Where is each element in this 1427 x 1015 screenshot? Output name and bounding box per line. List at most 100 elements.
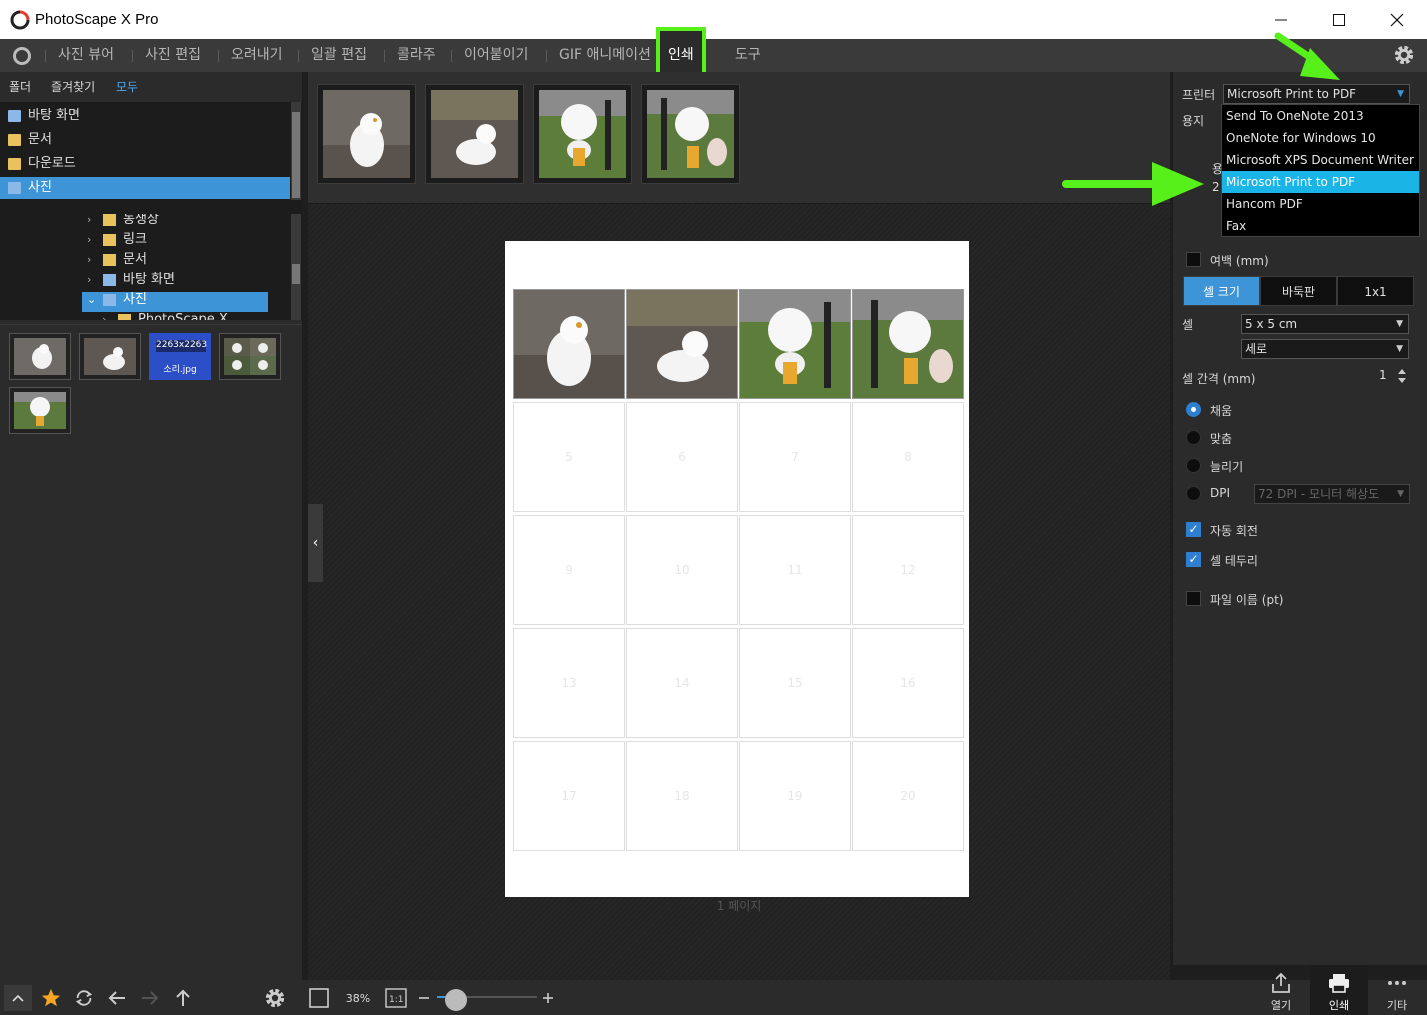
cell-size-select[interactable]: 5 x 5 cm ▼ (1241, 314, 1409, 334)
collapse-left-panel-button[interactable]: ‹ (308, 504, 323, 582)
zoom-in-button[interactable] (538, 985, 558, 1011)
fit-page-button[interactable] (306, 985, 332, 1011)
close-button[interactable] (1368, 0, 1426, 39)
strip-photo-2[interactable] (425, 84, 524, 184)
fill-radio[interactable] (1186, 402, 1201, 417)
open-button[interactable]: 열기 (1252, 965, 1310, 1015)
print-cell-empty[interactable]: 18 (626, 741, 738, 851)
fav-item-downloads[interactable]: 다운로드 (0, 153, 290, 175)
print-photo-strip (308, 72, 1170, 204)
zoom-slider[interactable] (437, 989, 537, 1011)
print-cell-empty[interactable]: 20 (852, 741, 964, 851)
thumbnail-item[interactable] (219, 333, 281, 380)
print-cell-empty[interactable]: 5 (513, 402, 625, 512)
menu-cut-out[interactable]: 오려내기 (231, 39, 283, 72)
folder-icon (118, 314, 131, 320)
print-button[interactable]: 인쇄 (1310, 965, 1368, 1015)
print-cell-1[interactable] (513, 289, 625, 399)
print-cell-empty[interactable]: 14 (626, 628, 738, 738)
print-cell-2[interactable] (626, 289, 738, 399)
stretch-radio[interactable] (1186, 458, 1201, 473)
margin-checkbox[interactable] (1186, 252, 1201, 267)
cell-border-checkbox[interactable]: ✓ (1186, 552, 1201, 567)
settings-gear-icon[interactable] (1393, 44, 1415, 66)
dpi-select[interactable]: 72 DPI - 모니터 해상도 ▼ (1254, 484, 1410, 504)
fill-label: 채움 (1210, 404, 1233, 418)
print-cell-empty[interactable]: 15 (739, 628, 851, 738)
printer-option-xps-writer[interactable]: Microsoft XPS Document Writer (1222, 149, 1419, 171)
menu-photo-viewer[interactable]: 사진 뷰어 (58, 39, 114, 72)
thumbnail-item-selected[interactable]: 2263x2263 소리.jpg (149, 333, 211, 380)
orientation-select[interactable]: 세로 ▼ (1241, 339, 1409, 359)
print-cell-empty[interactable]: 17 (513, 741, 625, 851)
zoom-level[interactable]: 38% (336, 989, 380, 1009)
printer-option-print-to-pdf[interactable]: Microsoft Print to PDF (1222, 171, 1419, 193)
back-button[interactable] (104, 985, 130, 1011)
thumbnail-item[interactable] (9, 387, 71, 434)
thumbnail-item[interactable] (9, 333, 71, 380)
auto-rotate-checkbox[interactable]: ✓ (1186, 522, 1201, 537)
browser-settings-button[interactable] (262, 985, 288, 1011)
menu-tools[interactable]: 도구 (735, 39, 761, 72)
printer-option-fax[interactable]: Fax (1222, 215, 1419, 237)
print-cell-4[interactable] (852, 289, 964, 399)
fit-radio[interactable] (1186, 430, 1201, 445)
maximize-icon (1333, 13, 1345, 26)
downloads-folder-icon (8, 158, 21, 170)
annotation-arrow-icon (1062, 162, 1204, 206)
favorite-button[interactable] (38, 985, 64, 1011)
fav-item-documents[interactable]: 문서 (0, 129, 290, 151)
print-cell-empty[interactable]: 10 (626, 515, 738, 625)
menu-combine[interactable]: 이어붙이기 (464, 39, 528, 72)
refresh-button[interactable] (71, 985, 97, 1011)
filename-checkbox[interactable] (1186, 591, 1201, 606)
forward-button[interactable] (137, 985, 163, 1011)
print-cell-empty[interactable]: 19 (739, 741, 851, 851)
desktop-folder-icon (8, 110, 21, 122)
strip-photo-4[interactable] (641, 84, 740, 184)
thumbnail-grid: 2263x2263 소리.jpg (0, 324, 302, 980)
fav-item-desktop[interactable]: 바탕 화면 (0, 105, 290, 127)
favorites-scrollbar[interactable] (291, 102, 301, 200)
photoscape-home-icon[interactable] (10, 45, 34, 67)
thumbnail-item[interactable] (79, 333, 141, 380)
refresh-icon (75, 990, 93, 1006)
print-cell-empty[interactable]: 6 (626, 402, 738, 512)
menu-gif-animation[interactable]: GIF 애니메이션 (559, 39, 651, 72)
fav-item-pictures[interactable]: 사진 (0, 177, 290, 199)
print-cell-empty[interactable]: 8 (852, 402, 964, 512)
print-cell-empty[interactable]: 12 (852, 515, 964, 625)
up-folder-button[interactable] (170, 985, 196, 1011)
print-cell-empty[interactable]: 7 (739, 402, 851, 512)
seg-cell-size[interactable]: 셀 크기 (1183, 276, 1260, 306)
printer-select[interactable]: Microsoft Print to PDF ▼ (1223, 84, 1410, 104)
print-cell-empty[interactable]: 9 (513, 515, 625, 625)
print-cell-empty[interactable]: 13 (513, 628, 625, 738)
print-cell-empty[interactable]: 16 (852, 628, 964, 738)
strip-photo-1[interactable] (317, 84, 416, 184)
strip-photo-3[interactable] (533, 84, 632, 184)
menu-collage[interactable]: 콜라주 (397, 39, 436, 72)
printer-option-hancom-pdf[interactable]: Hancom PDF (1222, 193, 1419, 215)
folder-icon (103, 274, 116, 286)
menu-photo-editor[interactable]: 사진 편집 (145, 39, 201, 72)
tab-folders[interactable]: 폴더 (9, 78, 31, 95)
tab-all[interactable]: 모두 (116, 78, 138, 95)
dpi-radio[interactable] (1186, 486, 1201, 501)
cell-gap-value[interactable]: 1 (1379, 368, 1387, 388)
menu-batch[interactable]: 일괄 편집 (311, 39, 367, 72)
expand-up-button[interactable] (4, 985, 32, 1011)
zoom-out-button[interactable] (414, 985, 434, 1011)
tree-scrollbar[interactable] (291, 214, 301, 320)
printer-option-onenote-win10[interactable]: OneNote for Windows 10 (1222, 127, 1419, 149)
print-cell-3[interactable] (739, 289, 851, 399)
print-cell-empty[interactable]: 11 (739, 515, 851, 625)
app-logo-icon (10, 10, 30, 30)
seg-1x1[interactable]: 1x1 (1337, 276, 1414, 306)
seg-grid[interactable]: 바둑판 (1260, 276, 1337, 306)
printer-option-onenote-2013[interactable]: Send To OneNote 2013 (1222, 105, 1419, 127)
actual-size-button[interactable]: 1:1 (383, 985, 409, 1011)
spinner-arrows-icon[interactable] (1397, 367, 1407, 385)
more-button[interactable]: 기타 (1368, 965, 1426, 1015)
tab-favorites[interactable]: 즐겨찾기 (51, 78, 95, 95)
